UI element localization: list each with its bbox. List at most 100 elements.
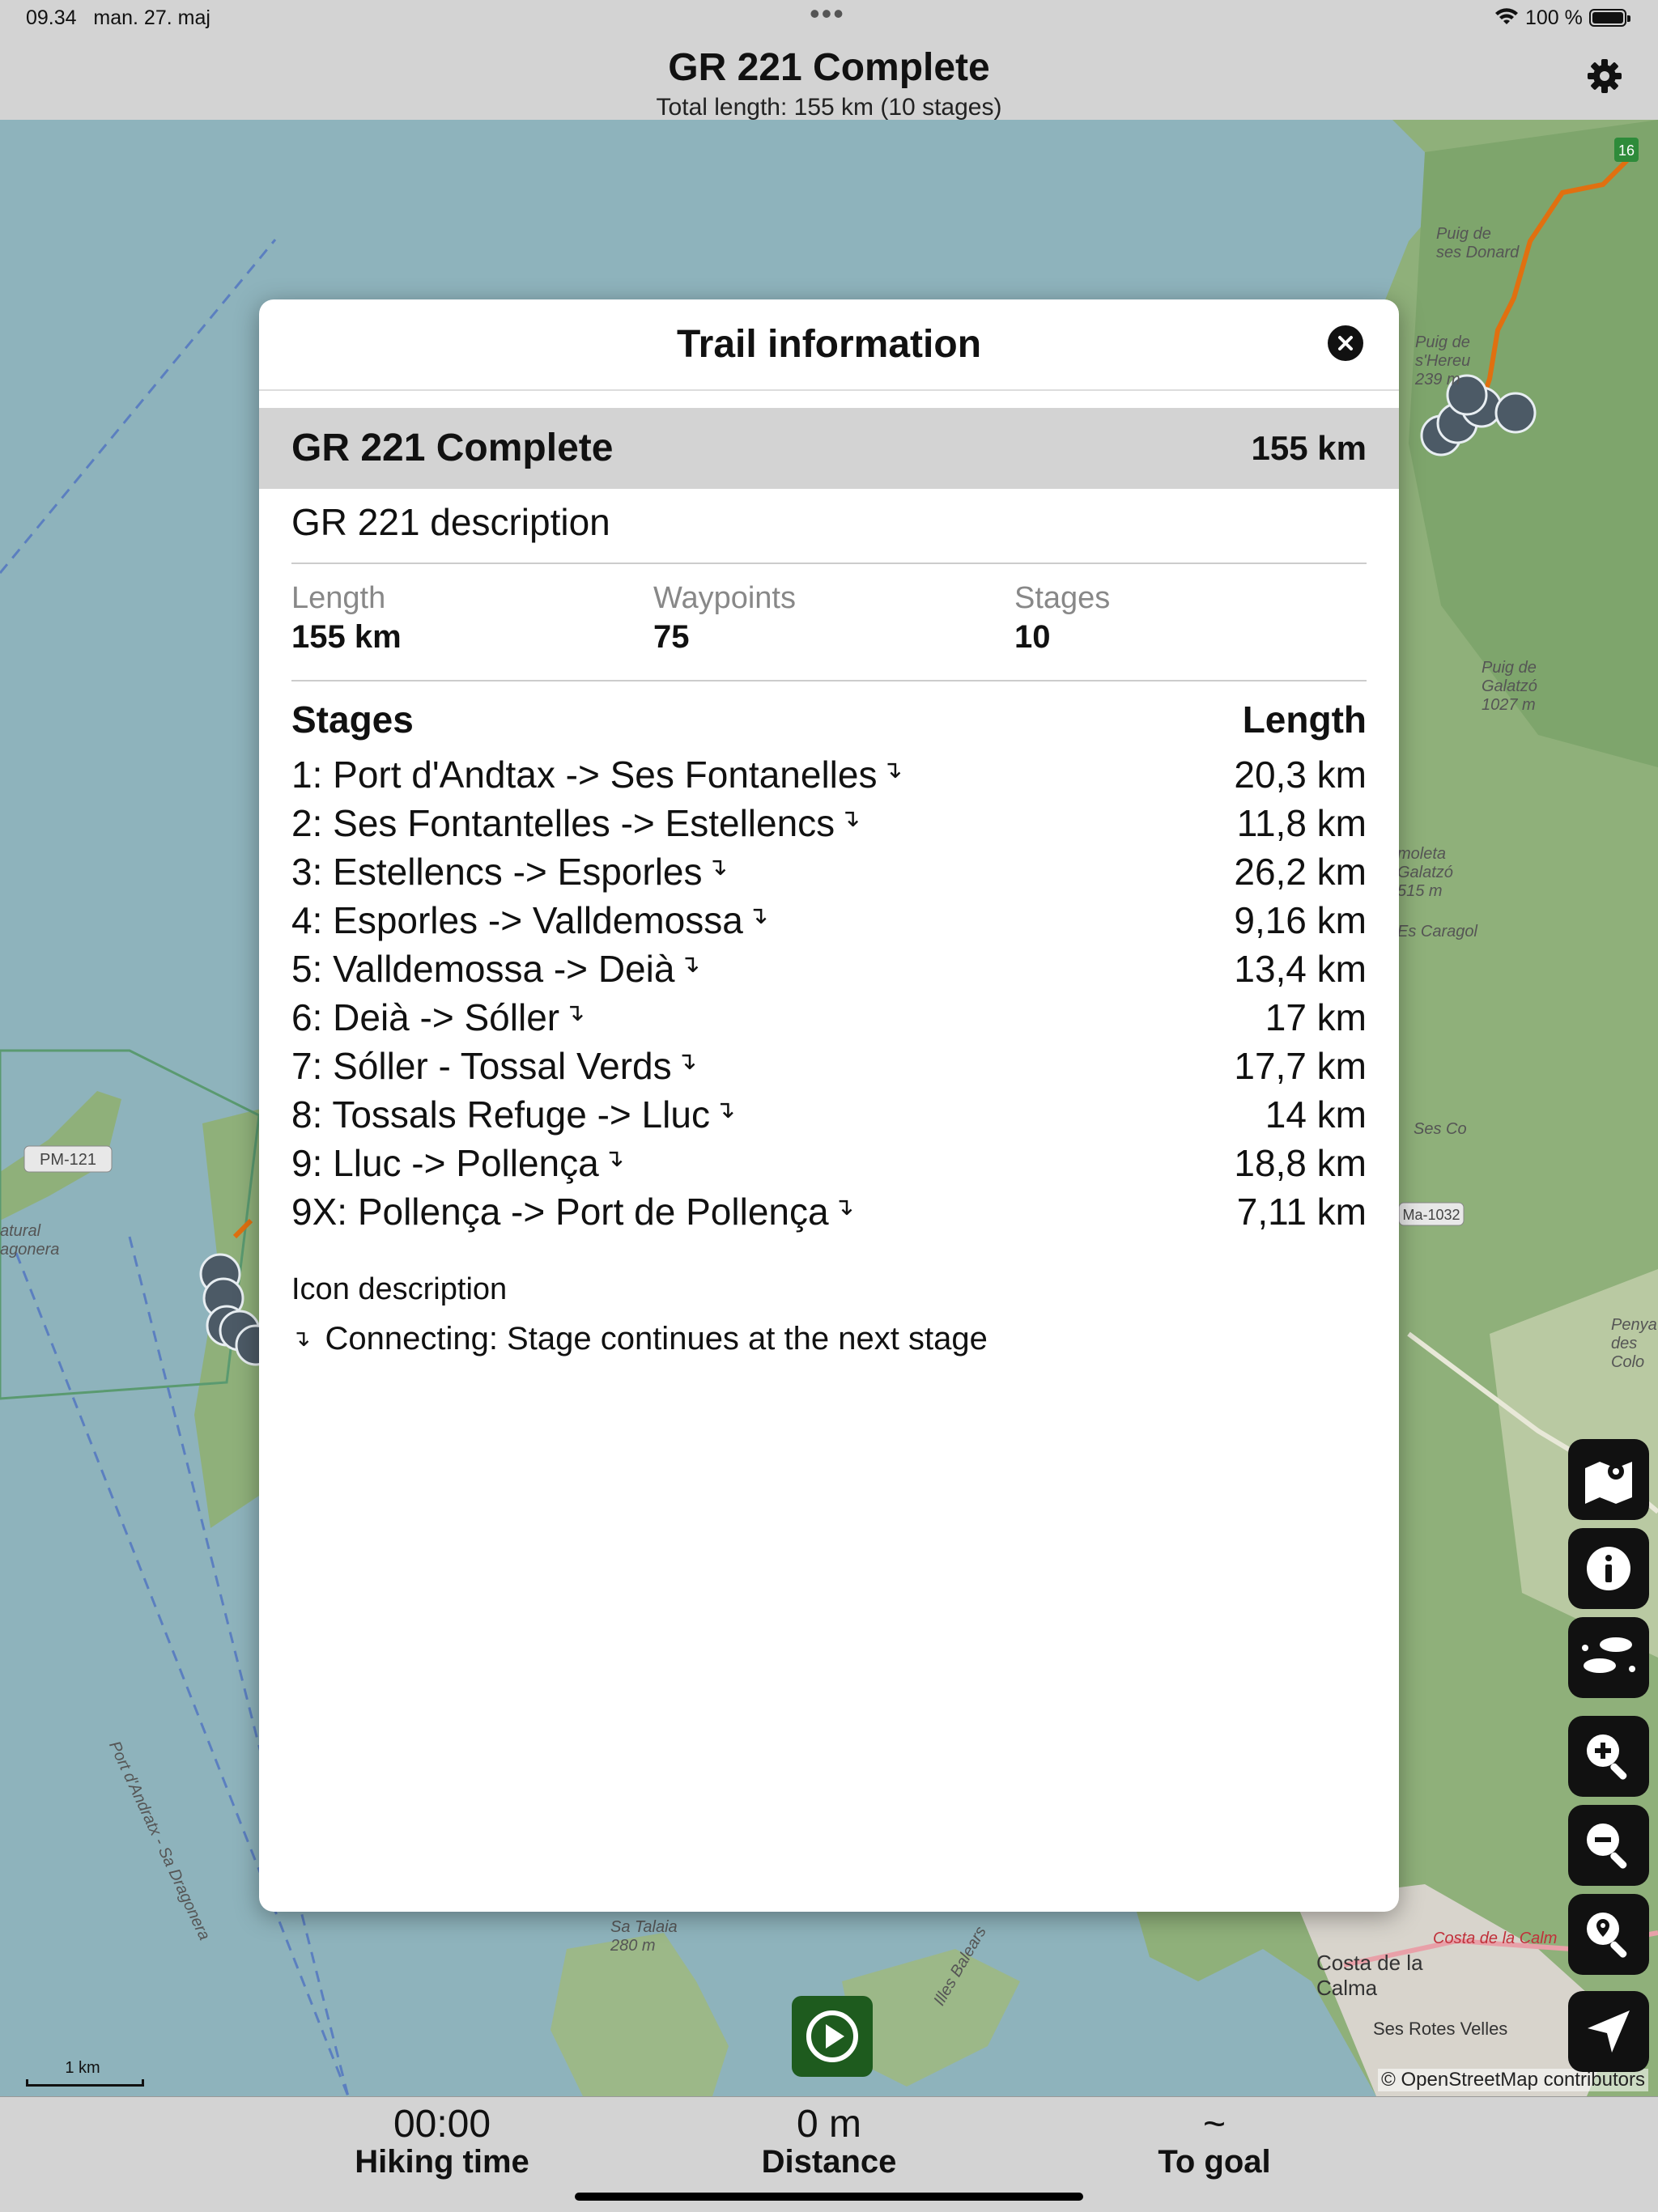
stage-row[interactable]: 2: Ses Fontantelles -> Estellencs ↴ 11,8 k… — [291, 801, 1367, 850]
stage-length: 11,8 km — [1236, 802, 1367, 844]
length-column-header: Length — [1242, 698, 1367, 741]
stage-name: 2: Ses Fontantelles -> Estellencs ↴ — [291, 801, 860, 845]
info-icon — [1587, 1547, 1630, 1590]
location-pin-icon — [1587, 1913, 1627, 1958]
map-label: Puig de Galatzó 1027 m — [1482, 659, 1537, 714]
stage-length: 26,2 km — [1234, 851, 1367, 893]
icon-description-text: Connecting: Stage continues at the next … — [325, 1321, 988, 1356]
play-icon — [806, 2010, 858, 2062]
navigation-arrow-icon — [1588, 2010, 1630, 2053]
stage-name-text: 5: Valldemossa -> Deià — [291, 948, 675, 990]
hiking-time-value: 00:00 — [393, 2103, 491, 2146]
distance-value: 0 m — [796, 2103, 861, 2146]
stages-column-header: Stages — [291, 698, 414, 741]
map-icon — [1585, 1462, 1632, 1504]
multitasking-dots[interactable]: ••• — [810, 0, 845, 31]
connecting-icon: ↴ — [291, 1326, 311, 1351]
map-layers-button[interactable] — [1568, 1439, 1649, 1520]
stage-name-text: 4: Esporles -> Valldemossa — [291, 899, 743, 941]
close-button[interactable] — [1328, 325, 1363, 361]
trail-description: GR 221 description — [291, 501, 610, 543]
stage-name: 3: Estellencs -> Esporles ↴ — [291, 850, 728, 894]
map-label: Ses Co — [1414, 1120, 1467, 1138]
stage-name-text: 6: Deià -> Sóller — [291, 996, 560, 1038]
connecting-icon: ↴ — [714, 1097, 736, 1123]
hiking-time-label: Hiking time — [355, 2144, 529, 2180]
divider — [259, 389, 1399, 391]
stage-length: 20,3 km — [1234, 754, 1367, 796]
map-label: Costa de la Calma — [1316, 1951, 1423, 2000]
map-label: Costa de la Calm — [1433, 1930, 1558, 1947]
page-title: GR 221 Complete — [668, 46, 990, 89]
footsteps-button[interactable] — [1568, 1617, 1649, 1698]
start-hike-button[interactable] — [792, 1996, 873, 2077]
zoom-in-button[interactable] — [1568, 1716, 1649, 1797]
zoom-to-trail-button[interactable] — [1568, 1894, 1649, 1975]
to-goal-label: To goal — [1158, 2144, 1271, 2180]
page-subtitle: Total length: 155 km (10 stages) — [656, 94, 1002, 121]
stage-length: 13,4 km — [1234, 948, 1367, 990]
map-label: moleta Galatzó 515 m — [1397, 845, 1453, 900]
svg-text:16: 16 — [1618, 142, 1635, 159]
icon-description-title: Icon description — [291, 1272, 508, 1306]
stage-name-text: 3: Estellencs -> Esporles — [291, 851, 703, 893]
connecting-icon: ↴ — [747, 902, 768, 929]
distance-label: Distance — [761, 2144, 897, 2180]
app-header: GR 221 Complete Total length: 155 km (10… — [0, 40, 1658, 121]
stage-name-text: 7: Sóller - Tossal Verds — [291, 1045, 672, 1087]
summary-waypoints: Waypoints 75 — [653, 581, 796, 655]
stage-row[interactable]: 5: Valldemossa -> Deià ↴ 13,4 km — [291, 947, 1367, 996]
stage-name: 7: Sóller - Tossal Verds ↴ — [291, 1044, 697, 1088]
stage-row[interactable]: 6: Deià -> Sóller ↴ 17 km — [291, 996, 1367, 1044]
stages-list: 1: Port d'Andtax -> Ses Fontanelles ↴ 20,3… — [291, 753, 1367, 1238]
battery-icon — [1589, 9, 1630, 27]
stage-name: 4: Esporles -> Valldemossa ↴ — [291, 898, 768, 942]
trail-length: 155 km — [1251, 429, 1367, 467]
connecting-icon: ↴ — [707, 854, 728, 881]
my-location-button[interactable] — [1568, 1991, 1649, 2072]
svg-text:PM-121: PM-121 — [40, 1151, 96, 1169]
dialog-title: Trail information — [676, 323, 982, 366]
stage-row[interactable]: 1: Port d'Andtax -> Ses Fontanelles ↴ 20,3… — [291, 753, 1367, 801]
footsteps-icon — [1582, 1637, 1635, 1673]
map-label: Es Caragol — [1397, 923, 1477, 940]
connecting-icon: ↴ — [679, 951, 700, 978]
map-label: Puig de ses Donard — [1436, 225, 1520, 261]
stage-name: 5: Valldemossa -> Deià ↴ — [291, 947, 700, 991]
stage-row[interactable]: 8: Tossals Refuge -> Lluc ↴ 14 km — [291, 1093, 1367, 1141]
connecting-icon: ↴ — [603, 1145, 624, 1172]
home-indicator[interactable] — [575, 2193, 1083, 2201]
stages-table-header: Stages Length — [291, 698, 1367, 741]
status-time: 09.34 man. 27. maj — [26, 6, 210, 29]
zoom-out-icon — [1587, 1824, 1627, 1869]
divider — [291, 563, 1367, 564]
info-button[interactable] — [1568, 1528, 1649, 1609]
distance-stat: 0 m Distance — [683, 2103, 975, 2180]
stage-row[interactable]: 4: Esporles -> Valldemossa ↴ 9,16 km — [291, 898, 1367, 947]
close-icon — [1338, 336, 1353, 350]
map-label: Ses Rotes Velles — [1373, 2019, 1508, 2039]
stage-length: 9,16 km — [1234, 899, 1367, 941]
stage-length: 17 km — [1265, 996, 1367, 1038]
map-scale: 1 km — [26, 2059, 144, 2087]
stage-row[interactable]: 7: Sóller - Tossal Verds ↴ 17,7 km — [291, 1044, 1367, 1093]
divider — [291, 680, 1367, 681]
map-credit[interactable]: © OpenStreetMap contributors — [1378, 2069, 1648, 2091]
stage-row[interactable]: 3: Estellencs -> Esporles ↴ 26,2 km — [291, 850, 1367, 898]
stage-name: 6: Deià -> Sóller ↴ — [291, 996, 585, 1039]
stage-length: 7,11 km — [1236, 1191, 1367, 1233]
gear-icon[interactable] — [1587, 58, 1622, 94]
status-bar: 09.34 man. 27. maj ••• 100 % — [0, 0, 1658, 40]
svg-text:Ma-1032: Ma-1032 — [1402, 1207, 1460, 1223]
stage-name-text: 2: Ses Fontantelles -> Estellencs — [291, 802, 835, 844]
wifi-icon — [1495, 8, 1518, 24]
connecting-icon: ↴ — [882, 757, 903, 783]
stage-row[interactable]: 9X: Pollença -> Port de Pollença ↴ 7,11 km — [291, 1190, 1367, 1238]
zoom-out-button[interactable] — [1568, 1805, 1649, 1886]
icon-description-row: ↴ Connecting: Stage continues at the next… — [291, 1321, 988, 1357]
stage-row[interactable]: 9: Lluc -> Pollença ↴ 18,8 km — [291, 1141, 1367, 1190]
to-goal-value: ~ — [1202, 2103, 1226, 2146]
battery-percent: 100 % — [1525, 6, 1583, 29]
connecting-icon: ↴ — [840, 805, 861, 832]
stage-name: 8: Tossals Refuge -> Lluc ↴ — [291, 1093, 735, 1136]
